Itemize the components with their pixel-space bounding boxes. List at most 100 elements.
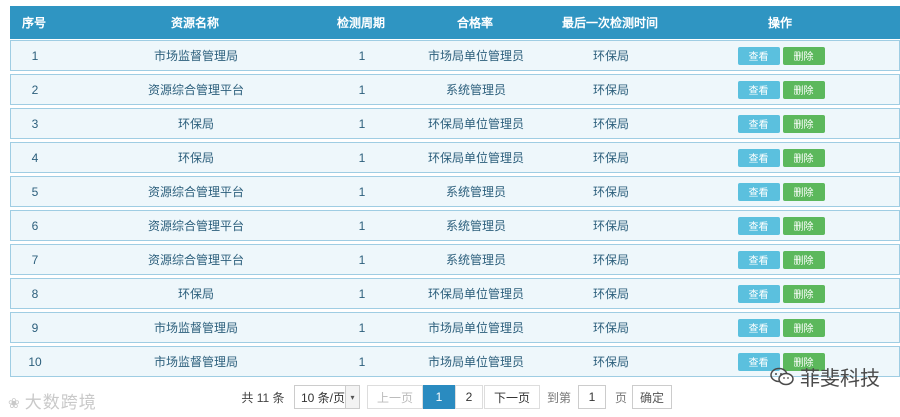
row-index: 4 <box>31 150 39 165</box>
row-actions: 查看 删除 <box>731 211 831 240</box>
row-index: 5 <box>31 184 39 199</box>
row-actions: 查看 删除 <box>731 177 831 206</box>
row-index: 1 <box>31 48 39 63</box>
row-check-cycle: 1 <box>358 48 366 63</box>
watermark-left-icon: ❀ <box>8 395 21 411</box>
row-index: 3 <box>31 116 39 131</box>
delete-button[interactable]: 删除 <box>782 114 825 133</box>
row-resource-name: 环保局 <box>177 117 214 131</box>
page-2-button[interactable]: 2 <box>455 385 483 409</box>
row-index: 9 <box>31 320 39 335</box>
row-check-cycle: 1 <box>358 286 366 301</box>
row-pass-rate: 环保局单位管理员 <box>427 117 524 131</box>
row-actions: 查看 删除 <box>731 143 831 172</box>
page-1-button[interactable]: 1 <box>423 385 455 409</box>
row-pass-rate: 市场局单位管理员 <box>427 321 524 335</box>
row-check-cycle: 1 <box>358 150 366 165</box>
pagination: 共 11 条 10 条/页 ▾ 上一页 1 2 下一页 到第 1 页 确定 <box>0 385 900 409</box>
row-index: 10 <box>28 354 42 369</box>
row-resource-name: 资源综合管理平台 <box>147 219 244 233</box>
row-actions: 查看 删除 <box>731 279 831 308</box>
row-actions: 查看 删除 <box>731 109 831 138</box>
row-resource-name: 资源综合管理平台 <box>147 253 244 267</box>
table-row: 7 资源综合管理平台 1 系统管理员 环保局 查看 删除 <box>10 244 900 275</box>
row-resource-name: 市场监督管理局 <box>153 49 238 63</box>
view-button[interactable]: 查看 <box>737 284 780 303</box>
table-row: 10 市场监督管理局 1 市场局单位管理员 环保局 查看 删除 <box>10 346 900 377</box>
row-check-cycle: 1 <box>358 252 366 267</box>
row-last-check-time: 环保局 <box>592 151 629 165</box>
header-pass-rate: 合格率 <box>456 16 493 30</box>
next-page-button[interactable]: 下一页 <box>484 385 540 409</box>
view-button[interactable]: 查看 <box>737 216 780 235</box>
row-index: 2 <box>31 82 39 97</box>
table-row: 8 环保局 1 环保局单位管理员 环保局 查看 删除 <box>10 278 900 309</box>
row-index: 6 <box>31 218 39 233</box>
chevron-down-icon[interactable]: ▾ <box>345 386 359 408</box>
row-resource-name: 市场监督管理局 <box>153 355 238 369</box>
delete-button[interactable]: 删除 <box>782 182 825 201</box>
view-button[interactable]: 查看 <box>737 46 780 65</box>
row-index: 7 <box>31 252 39 267</box>
delete-button[interactable]: 删除 <box>782 216 825 235</box>
row-resource-name: 环保局 <box>177 151 214 165</box>
row-last-check-time: 环保局 <box>592 83 629 97</box>
row-check-cycle: 1 <box>358 218 366 233</box>
view-button[interactable]: 查看 <box>737 318 780 337</box>
row-check-cycle: 1 <box>358 184 366 199</box>
row-last-check-time: 环保局 <box>592 321 629 335</box>
table-row: 6 资源综合管理平台 1 系统管理员 环保局 查看 删除 <box>10 210 900 241</box>
delete-button[interactable]: 删除 <box>782 284 825 303</box>
delete-button[interactable]: 删除 <box>782 46 825 65</box>
table-row: 9 市场监督管理局 1 市场局单位管理员 环保局 查看 删除 <box>10 312 900 343</box>
row-last-check-time: 环保局 <box>592 185 629 199</box>
row-last-check-time: 环保局 <box>592 287 629 301</box>
row-pass-rate: 环保局单位管理员 <box>427 151 524 165</box>
row-resource-name: 资源综合管理平台 <box>147 83 244 97</box>
delete-button[interactable]: 删除 <box>782 80 825 99</box>
view-button[interactable]: 查看 <box>737 114 780 133</box>
total-count: 共 11 条 <box>241 390 285 405</box>
view-button[interactable]: 查看 <box>737 182 780 201</box>
view-button[interactable]: 查看 <box>737 148 780 167</box>
view-button[interactable]: 查看 <box>737 80 780 99</box>
view-button[interactable]: 查看 <box>737 250 780 269</box>
header-actions: 操作 <box>767 16 792 30</box>
row-last-check-time: 环保局 <box>592 355 629 369</box>
row-resource-name: 市场监督管理局 <box>153 321 238 335</box>
page-size-value: 10 条/页 <box>301 390 346 405</box>
row-pass-rate: 市场局单位管理员 <box>427 49 524 63</box>
watermark-right-text: 菲斐科技 <box>800 368 880 390</box>
row-actions: 查看 删除 <box>731 245 831 274</box>
goto-label: 到第 <box>546 390 571 405</box>
header-index: 序号 <box>21 16 46 30</box>
delete-button[interactable]: 删除 <box>782 250 825 269</box>
row-check-cycle: 1 <box>358 116 366 131</box>
table-row: 2 资源综合管理平台 1 系统管理员 环保局 查看 删除 <box>10 74 900 105</box>
row-actions: 查看 删除 <box>731 313 831 342</box>
row-pass-rate: 系统管理员 <box>445 185 506 199</box>
prev-page-button[interactable]: 上一页 <box>367 385 423 409</box>
table-body: 1 市场监督管理局 1 市场局单位管理员 环保局 查看 删除 2 资源综合管理平台 1 系统管理员环… <box>10 38 900 377</box>
header-last-check-time: 最后一次检测时间 <box>561 16 658 30</box>
table-row: 3 环保局 1 环保局单位管理员 环保局 查看 删除 <box>10 108 900 139</box>
confirm-goto-button[interactable]: 确定 <box>632 385 672 409</box>
delete-button[interactable]: 删除 <box>782 318 825 337</box>
row-pass-rate: 系统管理员 <box>445 83 506 97</box>
row-pass-rate: 系统管理员 <box>445 253 506 267</box>
page-size-select[interactable]: 10 条/页 ▾ <box>294 385 360 409</box>
row-check-cycle: 1 <box>358 354 366 369</box>
delete-button[interactable]: 删除 <box>782 148 825 167</box>
row-last-check-time: 环保局 <box>592 117 629 131</box>
header-check-cycle: 检测周期 <box>336 16 385 30</box>
row-actions: 查看 删除 <box>731 41 831 70</box>
table-row: 5 资源综合管理平台 1 系统管理员 环保局 查看 删除 <box>10 176 900 207</box>
watermark-right: 菲斐科技 <box>770 362 880 391</box>
row-pass-rate: 环保局单位管理员 <box>427 287 524 301</box>
page: 序号 资源名称 检测周期 合格率 最后一次检测时间 操作 1 市场监督管理局 1 市场… <box>0 0 900 417</box>
header-resource-name: 资源名称 <box>170 16 219 30</box>
row-check-cycle: 1 <box>358 320 366 335</box>
goto-page-input[interactable]: 1 <box>578 385 606 409</box>
row-resource-name: 环保局 <box>177 287 214 301</box>
row-check-cycle: 1 <box>358 82 366 97</box>
